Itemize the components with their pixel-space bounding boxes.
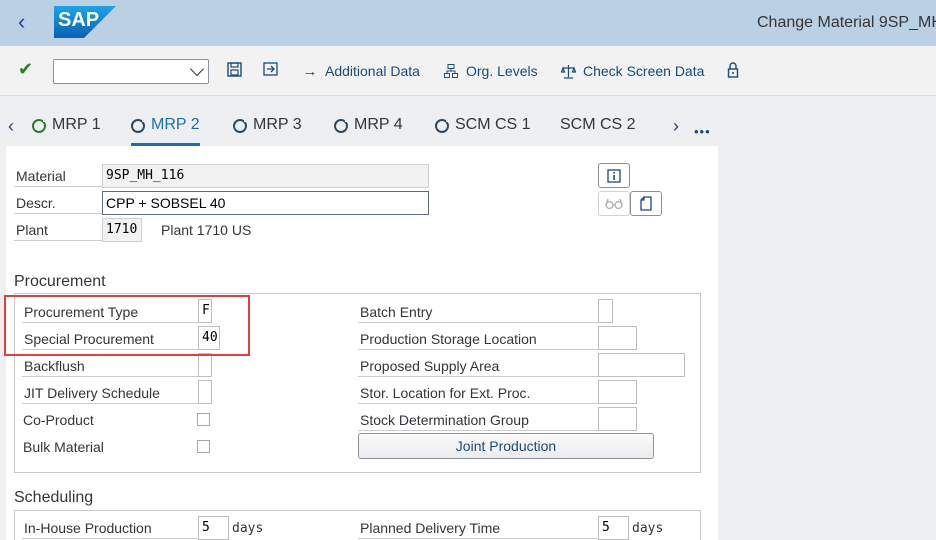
- gear-icon: [435, 117, 451, 133]
- joint-production-button[interactable]: Joint Production: [358, 433, 654, 459]
- scheduling-title: Scheduling: [14, 489, 94, 506]
- batch-entry-label: Batch Entry: [360, 304, 433, 320]
- info-button[interactable]: [598, 163, 630, 188]
- material-label: Material: [16, 168, 66, 184]
- back-icon[interactable]: ‹: [18, 11, 36, 34]
- material-field: 9SP_MH_116: [102, 164, 429, 188]
- divider: [22, 376, 198, 377]
- tab-mrp-1[interactable]: MRP 1: [32, 116, 101, 146]
- hierarchy-icon: [443, 63, 459, 79]
- plant-field: 1710: [102, 218, 142, 242]
- command-field[interactable]: [53, 59, 209, 84]
- tab-label: MRP 4: [354, 116, 403, 133]
- divider: [358, 322, 598, 323]
- divider: [358, 376, 598, 377]
- stor-location-ext-label: Stor. Location for Ext. Proc.: [360, 385, 531, 401]
- divider: [358, 403, 598, 404]
- tab-label: SCM CS 2: [560, 116, 636, 133]
- org-levels-button[interactable]: Org. Levels: [443, 61, 538, 81]
- gear-icon: [233, 117, 249, 133]
- content-panel: Material 9SP_MH_116 Descr. CPP + SOBSEL …: [4, 146, 718, 540]
- scales-icon: [560, 63, 576, 79]
- more-tabs-icon[interactable]: •••: [694, 124, 711, 139]
- stor-location-ext-input[interactable]: [598, 380, 637, 404]
- additional-data-button[interactable]: → Additional Data: [302, 61, 420, 81]
- tab-label: SCM CS 1: [455, 116, 531, 133]
- tab-scm-cs-1[interactable]: SCM CS 1: [435, 116, 531, 146]
- gear-check-icon: [32, 117, 48, 133]
- divider: [358, 349, 598, 350]
- document-button[interactable]: [630, 191, 662, 216]
- toolbar: ✔ → Additional Data Org. Levels Check Sc…: [0, 46, 936, 96]
- production-storage-input[interactable]: [598, 326, 637, 350]
- tab-mrp-2[interactable]: MRP 2: [131, 116, 200, 146]
- check-screen-data-button[interactable]: Check Screen Data: [560, 61, 704, 81]
- stock-determination-input[interactable]: [598, 407, 637, 431]
- tab-strip: ‹ MRP 1 MRP 2 MRP 3 MRP 4 SCM CS 1 SCM C…: [0, 110, 720, 146]
- divider: [22, 538, 198, 539]
- display-button[interactable]: [598, 191, 630, 216]
- stock-determination-label: Stock Determination Group: [360, 412, 529, 428]
- supply-area-label: Proposed Supply Area: [360, 358, 500, 374]
- backflush-label: Backflush: [24, 358, 85, 374]
- tab-mrp-4[interactable]: MRP 4: [334, 116, 403, 146]
- divider: [14, 186, 104, 187]
- bulk-material-label: Bulk Material: [23, 439, 104, 455]
- jit-delivery-input[interactable]: [198, 380, 212, 404]
- tab-label: MRP 1: [52, 116, 101, 133]
- shell-header: ‹ SAP Change Material 9SP_MH_116: [0, 0, 936, 46]
- tab-label: MRP 3: [253, 116, 302, 133]
- info-icon: [607, 168, 621, 183]
- divider: [358, 538, 598, 539]
- inhouse-unit: days: [232, 521, 264, 536]
- sap-logo-text: SAP: [58, 9, 100, 31]
- arrow-right-icon: →: [302, 62, 318, 80]
- chevron-down-icon[interactable]: [189, 61, 205, 77]
- co-product-checkbox[interactable]: [197, 413, 210, 426]
- gear-icon: [131, 117, 147, 133]
- enter-check-icon[interactable]: ✔: [18, 59, 33, 80]
- inhouse-production-input[interactable]: 5: [198, 516, 229, 540]
- jit-delivery-label: JIT Delivery Schedule: [24, 385, 160, 401]
- lock-icon[interactable]: [724, 62, 742, 80]
- page-title: Change Material 9SP_MH_116: [757, 14, 936, 31]
- org-levels-label: Org. Levels: [466, 63, 538, 79]
- inhouse-production-label: In-House Production: [24, 520, 152, 536]
- planned-delivery-label: Planned Delivery Time: [360, 520, 501, 536]
- additional-data-label: Additional Data: [325, 63, 420, 79]
- production-storage-label: Production Storage Location: [360, 331, 537, 347]
- save-icon[interactable]: [225, 62, 243, 80]
- document-icon: [640, 196, 652, 211]
- tab-scroll-right-icon[interactable]: ›: [673, 116, 679, 137]
- plant-label: Plant: [16, 222, 48, 238]
- bulk-material-checkbox[interactable]: [197, 440, 210, 453]
- supply-area-input[interactable]: [598, 353, 685, 377]
- batch-entry-input[interactable]: [598, 299, 613, 323]
- tab-scroll-left-icon[interactable]: ‹: [8, 116, 14, 137]
- description-input[interactable]: CPP + SOBSEL 40: [102, 191, 429, 215]
- divider: [14, 240, 104, 241]
- check-screen-data-label: Check Screen Data: [583, 63, 705, 79]
- planned-delivery-unit: days: [632, 521, 664, 536]
- tab-scm-cs-2[interactable]: SCM CS 2: [560, 116, 636, 146]
- co-product-label: Co-Product: [23, 412, 94, 428]
- backflush-input[interactable]: [198, 353, 212, 377]
- descr-label: Descr.: [16, 195, 56, 211]
- planned-delivery-input[interactable]: 5: [598, 516, 629, 540]
- plant-description: Plant 1710 US: [161, 222, 252, 238]
- divider: [14, 213, 104, 214]
- highlight-box: [4, 295, 250, 356]
- divider: [22, 403, 198, 404]
- divider: [358, 430, 598, 431]
- glasses-icon: [605, 198, 623, 209]
- other-material-icon[interactable]: [262, 62, 280, 80]
- tab-label: MRP 2: [151, 116, 200, 133]
- procurement-title: Procurement: [14, 273, 106, 290]
- tab-mrp-3[interactable]: MRP 3: [233, 116, 302, 146]
- gear-icon: [334, 117, 350, 133]
